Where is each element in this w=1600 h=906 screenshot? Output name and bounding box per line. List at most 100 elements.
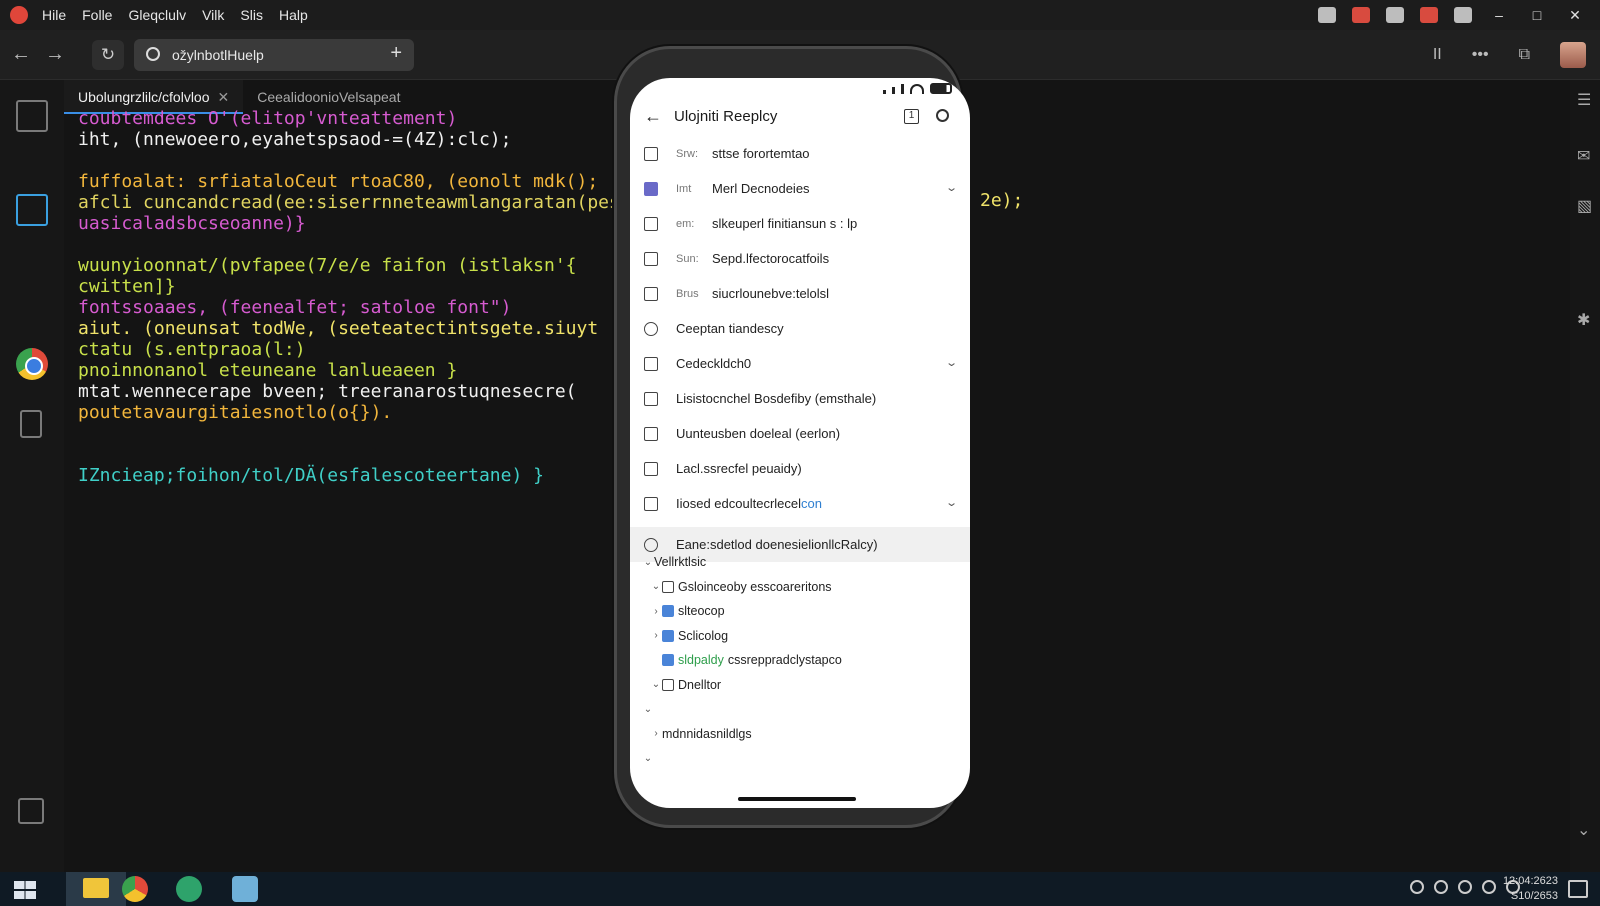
chevron-down-icon[interactable]: ⌄ — [650, 581, 662, 592]
chevron-down-icon[interactable]: ⌄ — [945, 356, 958, 369]
code-line[interactable]: ctatu (s.entpraoa(l:) — [78, 339, 638, 360]
tab-count-icon[interactable]: 1 — [904, 109, 919, 124]
close-icon[interactable]: ✕ — [218, 89, 230, 105]
menu-row[interactable]: Brus siucrlounebve:telolsl — [630, 276, 970, 311]
minimize-button[interactable]: – — [1488, 7, 1510, 23]
avatar[interactable] — [1560, 42, 1586, 68]
chrome-icon[interactable] — [122, 876, 148, 902]
chevron-right-icon[interactable]: › — [650, 630, 662, 641]
menu-row[interactable]: em: slkeuperl finitiansun s : lp — [630, 206, 970, 241]
menu-file[interactable]: Hile — [42, 7, 66, 23]
gear-icon[interactable]: ✱ — [1577, 310, 1590, 330]
menu-row[interactable]: Imt Merl Decnodeies ⌄ — [630, 171, 970, 206]
tray-icon[interactable] — [1434, 880, 1448, 894]
chevron-right-icon[interactable]: › — [650, 606, 662, 617]
more-icon[interactable]: ••• — [1472, 46, 1489, 64]
tree-node[interactable]: › Sclicolog — [630, 624, 970, 649]
clock[interactable]: 12:04:2623 S10/2653 — [1503, 874, 1558, 904]
menu-selection[interactable]: Gleqclulv — [128, 7, 186, 23]
account-icon[interactable] — [1386, 7, 1404, 23]
code-line[interactable]: wuunyioonnat/(pvfapee(7/e/e faifon (istl… — [78, 255, 638, 276]
code-line[interactable]: fuffoalat: srfiataloCeut rtoaC80, (eonol… — [78, 171, 638, 192]
share-icon[interactable]: ⧉ — [1519, 46, 1530, 64]
menu-icon[interactable]: ☰ — [1577, 90, 1591, 110]
url-bar[interactable]: ožylnbotlHuelp + — [134, 39, 414, 71]
chevron-right-icon[interactable]: › — [650, 728, 662, 739]
tree-node[interactable]: › slteocop — [630, 599, 970, 624]
bookmark-icon[interactable]: ▧ — [1577, 196, 1592, 216]
tray-icon[interactable] — [1482, 880, 1496, 894]
reload-button[interactable]: ↻ — [92, 40, 124, 70]
code-line[interactable]: uasicaladsbcseoanne)} — [78, 213, 638, 234]
code-line[interactable]: IZncieap;foihon/tol/DÄ(esfalescoteertane… — [78, 465, 638, 486]
code-line[interactable]: iht, (nnewoeero,eyahetspsaod-=(4Z):clc); — [78, 129, 638, 150]
menu-row[interactable]: Lacl.ssrecfel peuaidy) — [630, 451, 970, 486]
menu-row[interactable]: Cedeckldch0 ⌄ — [630, 346, 970, 381]
code-editor[interactable]: coubtemdees O'(elitop'vnteattement) iht, … — [78, 108, 638, 486]
code-line[interactable] — [78, 444, 638, 465]
new-tab-button[interactable]: + — [390, 42, 402, 65]
wifi-icon[interactable] — [1454, 7, 1472, 23]
code-line[interactable] — [78, 234, 638, 255]
photos-icon[interactable] — [232, 876, 258, 902]
back-button[interactable]: ← — [8, 43, 34, 66]
chevron-down-icon[interactable]: ⌄ — [945, 181, 958, 194]
forward-button[interactable]: → — [42, 43, 68, 66]
edge-icon[interactable] — [176, 876, 202, 902]
tree-node[interactable]: sldpaldy cssreppradclystapco — [630, 648, 970, 673]
code-line[interactable]: aiut. (oneunsat todWe, (seeteatectintsge… — [78, 318, 638, 339]
mail-icon[interactable]: ✉ — [1577, 146, 1590, 166]
extension-icon[interactable] — [1318, 7, 1336, 23]
explorer-icon[interactable] — [16, 100, 48, 132]
code-line[interactable]: cwitten]} — [78, 276, 638, 297]
code-line[interactable] — [78, 423, 638, 444]
panel-icon[interactable] — [18, 798, 44, 824]
pause-icon[interactable]: II — [1433, 46, 1442, 64]
menu-row[interactable]: Ceeptan tiandescy — [630, 311, 970, 346]
code-line[interactable]: poutetavaurgitaiesnotlo(o{}). — [78, 402, 638, 423]
chevron-down-icon[interactable]: ⌄ — [650, 679, 662, 690]
chevron-down-icon[interactable]: ⌄ — [642, 753, 654, 764]
calendar-icon[interactable] — [1352, 7, 1370, 23]
menu-view[interactable]: Vilk — [202, 7, 224, 23]
menu-slis[interactable]: Slis — [240, 7, 263, 23]
tree-node[interactable]: ⌄ Gsloinceoby esscoareritons — [630, 575, 970, 600]
chevron-down-icon[interactable]: ⌄ — [1577, 820, 1590, 840]
code-line[interactable]: coubtemdees O'(elitop'vnteattement) — [78, 108, 638, 129]
tray-icon[interactable] — [1410, 880, 1424, 894]
chrome-icon[interactable] — [16, 348, 48, 380]
code-line[interactable]: mtat.wennecerape bveen; treeranarostuqne… — [78, 381, 638, 402]
menu-row[interactable]: Srw: sttse forortemtao — [630, 136, 970, 171]
chevron-down-icon[interactable]: ⌄ — [642, 557, 654, 568]
menu-row[interactable]: Iiosed edcoultecrlecel con ⌄ — [630, 486, 970, 521]
tree-node[interactable]: ⌄ — [630, 697, 970, 722]
notification-icon[interactable] — [1420, 7, 1438, 23]
windows-start-icon[interactable] — [14, 881, 36, 899]
menu-row[interactable]: Lisistocnchel Bosdefiby (emsthale) — [630, 381, 970, 416]
tree-node[interactable]: ⌄ — [630, 746, 970, 771]
code-line[interactable]: fontssoaaes, (feenealfet; satoloe font") — [78, 297, 638, 318]
tree-node[interactable]: › mdnnidasnildlgs — [630, 722, 970, 747]
back-arrow-icon[interactable]: ← — [644, 106, 662, 127]
tree-node[interactable]: ⌄ Vellrktlsic — [630, 550, 970, 575]
code-line[interactable]: afcli cuncandcread(ee:siserrnneteawmlang… — [78, 192, 638, 213]
code-line[interactable] — [78, 150, 638, 171]
menu-edit[interactable]: Folle — [82, 7, 112, 23]
menu-row[interactable]: Sun: Sepd.lfectorocatfoils — [630, 241, 970, 276]
maximize-button[interactable]: □ — [1526, 7, 1548, 23]
url-text[interactable]: ožylnbotlHuelp — [172, 47, 264, 63]
close-button[interactable]: ✕ — [1564, 7, 1586, 24]
search-icon[interactable] — [936, 109, 949, 122]
file-explorer-icon[interactable] — [66, 872, 126, 906]
chevron-down-icon[interactable]: ⌄ — [945, 496, 958, 509]
files-icon[interactable] — [16, 194, 48, 226]
chevron-down-icon[interactable]: ⌄ — [642, 704, 654, 715]
menu-row[interactable]: Uunteusben doeleal (eerlon) — [630, 416, 970, 451]
menu-help[interactable]: Halp — [279, 7, 308, 23]
home-indicator[interactable] — [738, 797, 856, 801]
notification-center-icon[interactable] — [1568, 880, 1588, 898]
document-icon[interactable] — [20, 410, 42, 438]
code-line[interactable]: pnoinnonanol eteuneane lanlueaeen } — [78, 360, 638, 381]
tree-node[interactable]: ⌄ Dnelltor — [630, 673, 970, 698]
tray-icon[interactable] — [1458, 880, 1472, 894]
